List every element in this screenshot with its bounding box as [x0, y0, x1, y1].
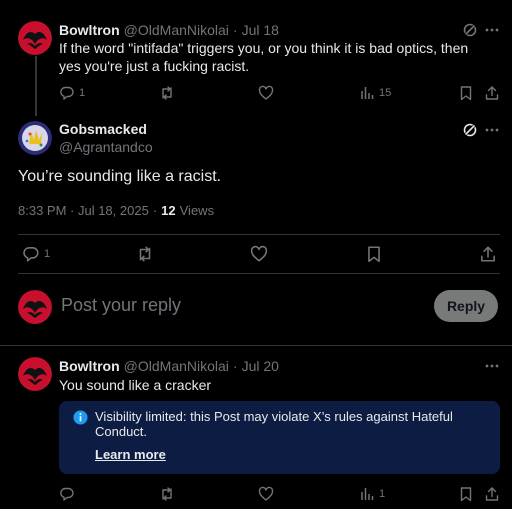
reply-icon [60, 487, 74, 501]
avatar [18, 290, 52, 324]
share-icon [485, 86, 499, 100]
share-button[interactable] [484, 486, 500, 502]
author-handle[interactable]: @OldManNikolai [124, 358, 229, 374]
info-icon [73, 410, 88, 430]
grok-icon[interactable] [462, 22, 478, 38]
repost-button[interactable] [136, 245, 154, 263]
reply-count: 1 [44, 248, 51, 260]
post-date[interactable]: Jul 20 [242, 358, 279, 374]
more-icon[interactable] [484, 122, 500, 138]
avatar[interactable] [18, 121, 52, 155]
more-icon[interactable] [484, 358, 500, 374]
author-name[interactable]: Bowltron [59, 22, 120, 38]
post-meta: 8:33 PM · Jul 18, 2025 · 12 Views [18, 203, 214, 218]
share-icon [485, 487, 499, 501]
bookmark-button[interactable] [365, 245, 383, 263]
repost-icon [139, 246, 151, 262]
reply-button[interactable] [59, 486, 75, 502]
views-count: 15 [379, 87, 392, 99]
bookmark-button[interactable] [458, 85, 474, 101]
more-icon[interactable] [484, 22, 500, 38]
views-count: 12 [161, 203, 176, 218]
thread-line [35, 56, 37, 116]
divider [0, 345, 512, 346]
views-label: Views [179, 203, 215, 218]
like-button[interactable] [258, 486, 274, 502]
views-button[interactable]: 1 [359, 486, 385, 502]
reply-icon [60, 86, 74, 100]
avatar[interactable] [18, 357, 52, 391]
reply-button[interactable]: Reply [434, 290, 498, 322]
author-name[interactable]: Gobsmacked [59, 121, 147, 137]
repost-button[interactable] [159, 486, 175, 502]
share-button[interactable] [479, 245, 497, 263]
like-icon [250, 245, 268, 262]
repost-button[interactable] [159, 85, 175, 101]
post-text: If the word "intifada" triggers you, or … [59, 40, 469, 74]
reply-input[interactable]: Post your reply [61, 295, 181, 316]
post-timestamp[interactable]: 8:33 PM · Jul 18, 2025 [18, 203, 149, 218]
views-icon [361, 488, 374, 500]
post-text: You sound like a cracker [59, 377, 212, 393]
notice-text: Visibility limited: this Post may violat… [95, 409, 453, 439]
visibility-notice: Visibility limited: this Post may violat… [59, 401, 500, 474]
like-button[interactable] [250, 245, 268, 263]
author-name[interactable]: Bowltron [59, 358, 120, 374]
share-button[interactable] [484, 85, 500, 101]
repost-icon [162, 86, 172, 100]
separator-dot: · [152, 203, 158, 218]
learn-more-link[interactable]: Learn more [95, 447, 166, 462]
reply-icon [23, 247, 39, 262]
reply-button[interactable]: 1 [22, 245, 50, 263]
post-header: Bowltron @OldManNikolai · Jul 18 [59, 21, 279, 39]
author-handle[interactable]: @OldManNikolai [124, 22, 229, 38]
like-icon [258, 486, 274, 501]
bookmark-button[interactable] [458, 486, 474, 502]
post-header: Bowltron @OldManNikolai · Jul 20 [59, 357, 279, 375]
separator-dot: · [232, 358, 238, 374]
author-handle[interactable]: @Agrantandco [59, 139, 153, 155]
reply-button[interactable]: 1 [59, 85, 85, 101]
grok-icon[interactable] [462, 122, 478, 138]
like-button[interactable] [258, 85, 274, 101]
avatar[interactable] [18, 21, 52, 55]
main-post-text: You’re sounding like a racist. [18, 168, 222, 185]
repost-icon [162, 487, 172, 501]
divider [18, 273, 500, 274]
views-button[interactable]: 15 [359, 85, 391, 101]
separator-dot: · [232, 22, 238, 38]
post-date[interactable]: Jul 18 [242, 22, 279, 38]
bookmark-icon [368, 246, 380, 263]
reply-count: 1 [79, 87, 86, 99]
views-count: 1 [379, 488, 386, 500]
divider [18, 234, 500, 235]
views-icon [361, 87, 374, 99]
bookmark-icon [460, 86, 472, 101]
bookmark-icon [460, 487, 472, 502]
share-icon [481, 246, 495, 262]
like-icon [258, 85, 274, 100]
